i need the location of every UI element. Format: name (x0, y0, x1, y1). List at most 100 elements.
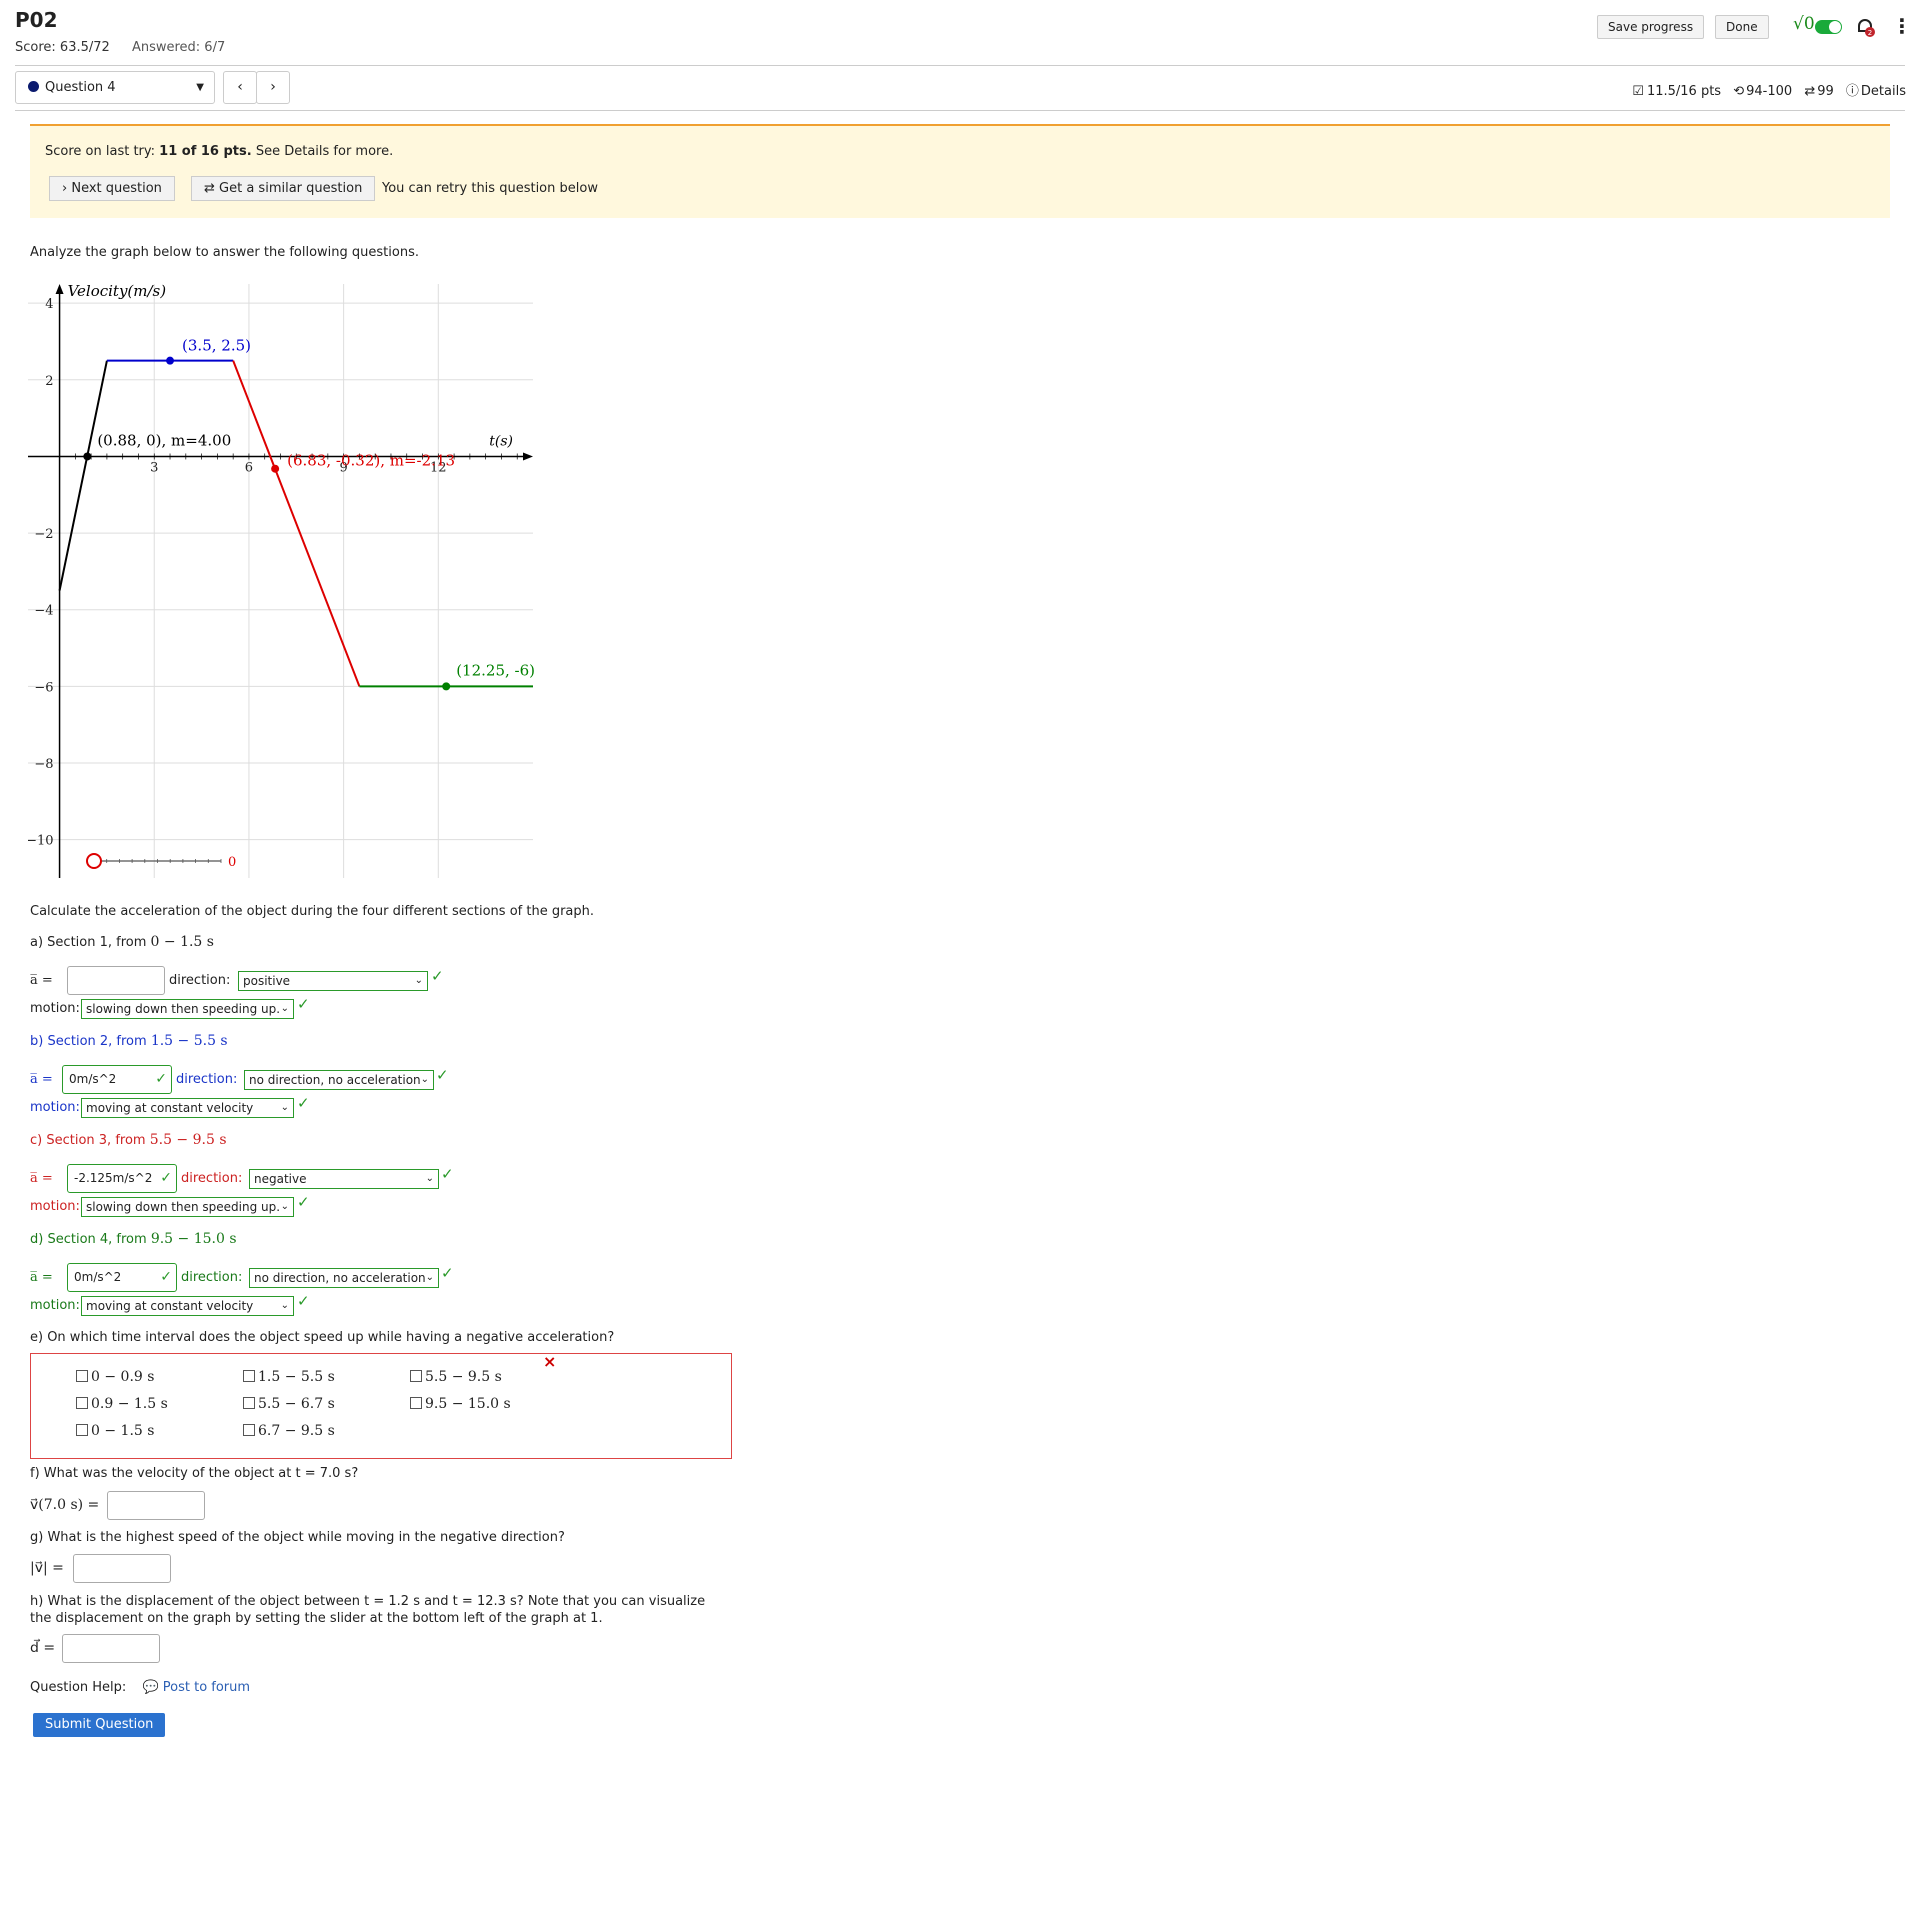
check-icon: ✓ (160, 1170, 172, 1186)
chevron-right-icon: › (62, 181, 72, 196)
b-direction-label: direction: (176, 1072, 238, 1087)
displacement-input[interactable] (62, 1634, 160, 1663)
chevron-down-icon: ⌄ (414, 975, 423, 986)
x-axis-label: t(s) (489, 433, 513, 449)
data-point (442, 682, 451, 691)
velocity-graph[interactable]: 3 6 9 1242−2−4−6−8−10Velocity(m/s)t(s)(3.5,… (28, 278, 538, 883)
question-select[interactable]: Question 4 ▼ (15, 71, 215, 104)
checkbox-icon (76, 1397, 88, 1409)
status-dot-icon (28, 81, 39, 92)
slider-value: 0 (228, 855, 236, 870)
y-tick-label: −8 (34, 757, 53, 772)
d-direction-label: direction: (181, 1270, 243, 1285)
c-direction-value: negative (254, 1172, 307, 1186)
b-acceleration-input[interactable]: 0m/s^2 ✓ (62, 1065, 172, 1094)
submit-question-button[interactable]: Submit Question (33, 1713, 166, 1737)
info-icon[interactable]: ⓘ (1846, 84, 1859, 99)
more-menu-icon[interactable]: ⋮ (1892, 14, 1912, 38)
y-tick-label: −2 (34, 527, 53, 542)
f-label: v⃗(7.0 s) = (30, 1497, 100, 1513)
a-motion-label: motion: (30, 1001, 80, 1016)
retry-icon: ⇄ (204, 181, 220, 196)
checkbox-icon (76, 1424, 88, 1436)
done-button[interactable]: Done (1715, 15, 1769, 39)
data-point (271, 464, 280, 473)
a-bar-label: a̅ = (30, 973, 53, 988)
notice-suffix: See Details for more. (251, 144, 394, 159)
g-label: |v⃗| = (30, 1560, 64, 1576)
y-tick-label: −4 (34, 604, 53, 619)
a-motion-select[interactable]: slowing down then speeding up. ⌄ (81, 999, 294, 1019)
option-checkbox[interactable]: 1.5 − 5.5 s (243, 1369, 335, 1385)
points-checkbox-icon: ☑ (1632, 84, 1644, 99)
chevron-down-icon: ⌄ (280, 1201, 289, 1212)
option-checkbox[interactable]: 0 − 0.9 s (76, 1369, 154, 1385)
slider-knob[interactable] (86, 853, 102, 869)
prev-question-button[interactable]: ‹ (223, 71, 257, 104)
retry-text: You can retry this question below (382, 181, 598, 196)
math-toggle-switch[interactable] (1815, 20, 1842, 34)
post-forum-link[interactable]: Post to forum (163, 1680, 250, 1695)
d-direction-select[interactable]: no direction, no acceleration ⌄ (249, 1268, 439, 1288)
section-d-title: d) Section 4, from 9.5 − 15.0 s (30, 1231, 237, 1247)
a-motion-value: slowing down then speeding up. (86, 1002, 281, 1016)
checkbox-icon (76, 1370, 88, 1382)
b-motion-select[interactable]: moving at constant velocity ⌄ (81, 1098, 294, 1118)
attempts-text: 94-100 (1746, 84, 1793, 99)
option-checkbox[interactable]: 9.5 − 15.0 s (410, 1396, 511, 1412)
data-point (166, 356, 175, 365)
details-link[interactable]: Details (1861, 84, 1906, 99)
check-icon: ✓ (297, 1193, 310, 1211)
check-icon: ✓ (297, 1094, 310, 1112)
section-b-prefix: b) Section 2, from (30, 1034, 151, 1049)
section-a-prefix: a) Section 1, from (30, 935, 151, 950)
option-checkbox[interactable]: 0 − 1.5 s (76, 1423, 154, 1439)
next-question-notice-button[interactable]: › Next question (49, 176, 175, 201)
series-line (58, 360, 108, 591)
b-direction-select[interactable]: no direction, no acceleration ⌄ (244, 1070, 434, 1090)
divider (15, 110, 1905, 111)
option-checkbox[interactable]: 5.5 − 9.5 s (410, 1369, 502, 1385)
section-d-range: 9.5 − 15.0 s (150, 1231, 237, 1247)
c-acceleration-value: -2.125m/s^2 (74, 1171, 153, 1185)
chevron-down-icon: ⌄ (425, 1272, 434, 1283)
notification-icon[interactable]: 2 (1855, 16, 1877, 43)
section-b-range: 1.5 − 5.5 s (150, 1033, 228, 1049)
retries-icon: ⇄ (1804, 84, 1816, 99)
c-direction-select[interactable]: negative ⌄ (249, 1169, 439, 1189)
chevron-down-icon: ▼ (196, 82, 204, 93)
c-direction-label: direction: (181, 1171, 243, 1186)
option-checkbox[interactable]: 0.9 − 1.5 s (76, 1396, 168, 1412)
velocity-input[interactable] (107, 1491, 205, 1520)
d-acceleration-input[interactable]: 0m/s^2 ✓ (67, 1263, 177, 1292)
section-d-prefix: d) Section 4, from (30, 1232, 151, 1247)
option-checkbox[interactable]: 5.5 − 6.7 s (243, 1396, 335, 1412)
c-acceleration-input[interactable]: -2.125m/s^2 ✓ (67, 1164, 177, 1193)
notice-prefix: Score on last try: (45, 144, 160, 159)
speed-input[interactable] (73, 1554, 171, 1583)
help-label: Question Help: (30, 1680, 127, 1695)
option-checkbox[interactable]: 6.7 − 9.5 s (243, 1423, 335, 1439)
question-f-prompt: f) What was the velocity of the object a… (30, 1466, 359, 1481)
h-label: d⃗ = (30, 1640, 56, 1656)
section-c-title: c) Section 3, from 5.5 − 9.5 s (30, 1132, 227, 1148)
question-g-prompt: g) What is the highest speed of the obje… (30, 1530, 565, 1545)
check-icon: ✓ (436, 1066, 449, 1084)
attempts-icon: ⟲ (1733, 84, 1745, 99)
a-acceleration-input[interactable] (67, 966, 165, 995)
d-acceleration-value: 0m/s^2 (74, 1270, 122, 1284)
last-try-notice: Score on last try: 11 of 16 pts. See Det… (30, 124, 1890, 218)
save-progress-button[interactable]: Save progress (1597, 15, 1705, 39)
similar-question-button[interactable]: ⇄ Get a similar question (191, 176, 376, 201)
a-direction-select[interactable]: positive ⌄ (238, 971, 428, 991)
check-icon: ✓ (160, 1269, 172, 1285)
section-a-range: 0 − 1.5 s (150, 934, 214, 950)
check-icon: ✓ (441, 1165, 454, 1183)
annotation-label: (0.88, 0), m=4.00 (97, 431, 231, 449)
comment-icon: 💬 (142, 1680, 159, 1695)
next-question-button[interactable]: › (256, 71, 290, 104)
c-motion-select[interactable]: slowing down then speeding up. ⌄ (81, 1197, 294, 1217)
d-motion-select[interactable]: moving at constant velocity ⌄ (81, 1296, 294, 1316)
question-meta: ☑ 11.5/16 pts ⟲ 94-100 ⇄ 99 ⓘ Details (1624, 80, 1906, 99)
checkbox-icon (410, 1397, 422, 1409)
